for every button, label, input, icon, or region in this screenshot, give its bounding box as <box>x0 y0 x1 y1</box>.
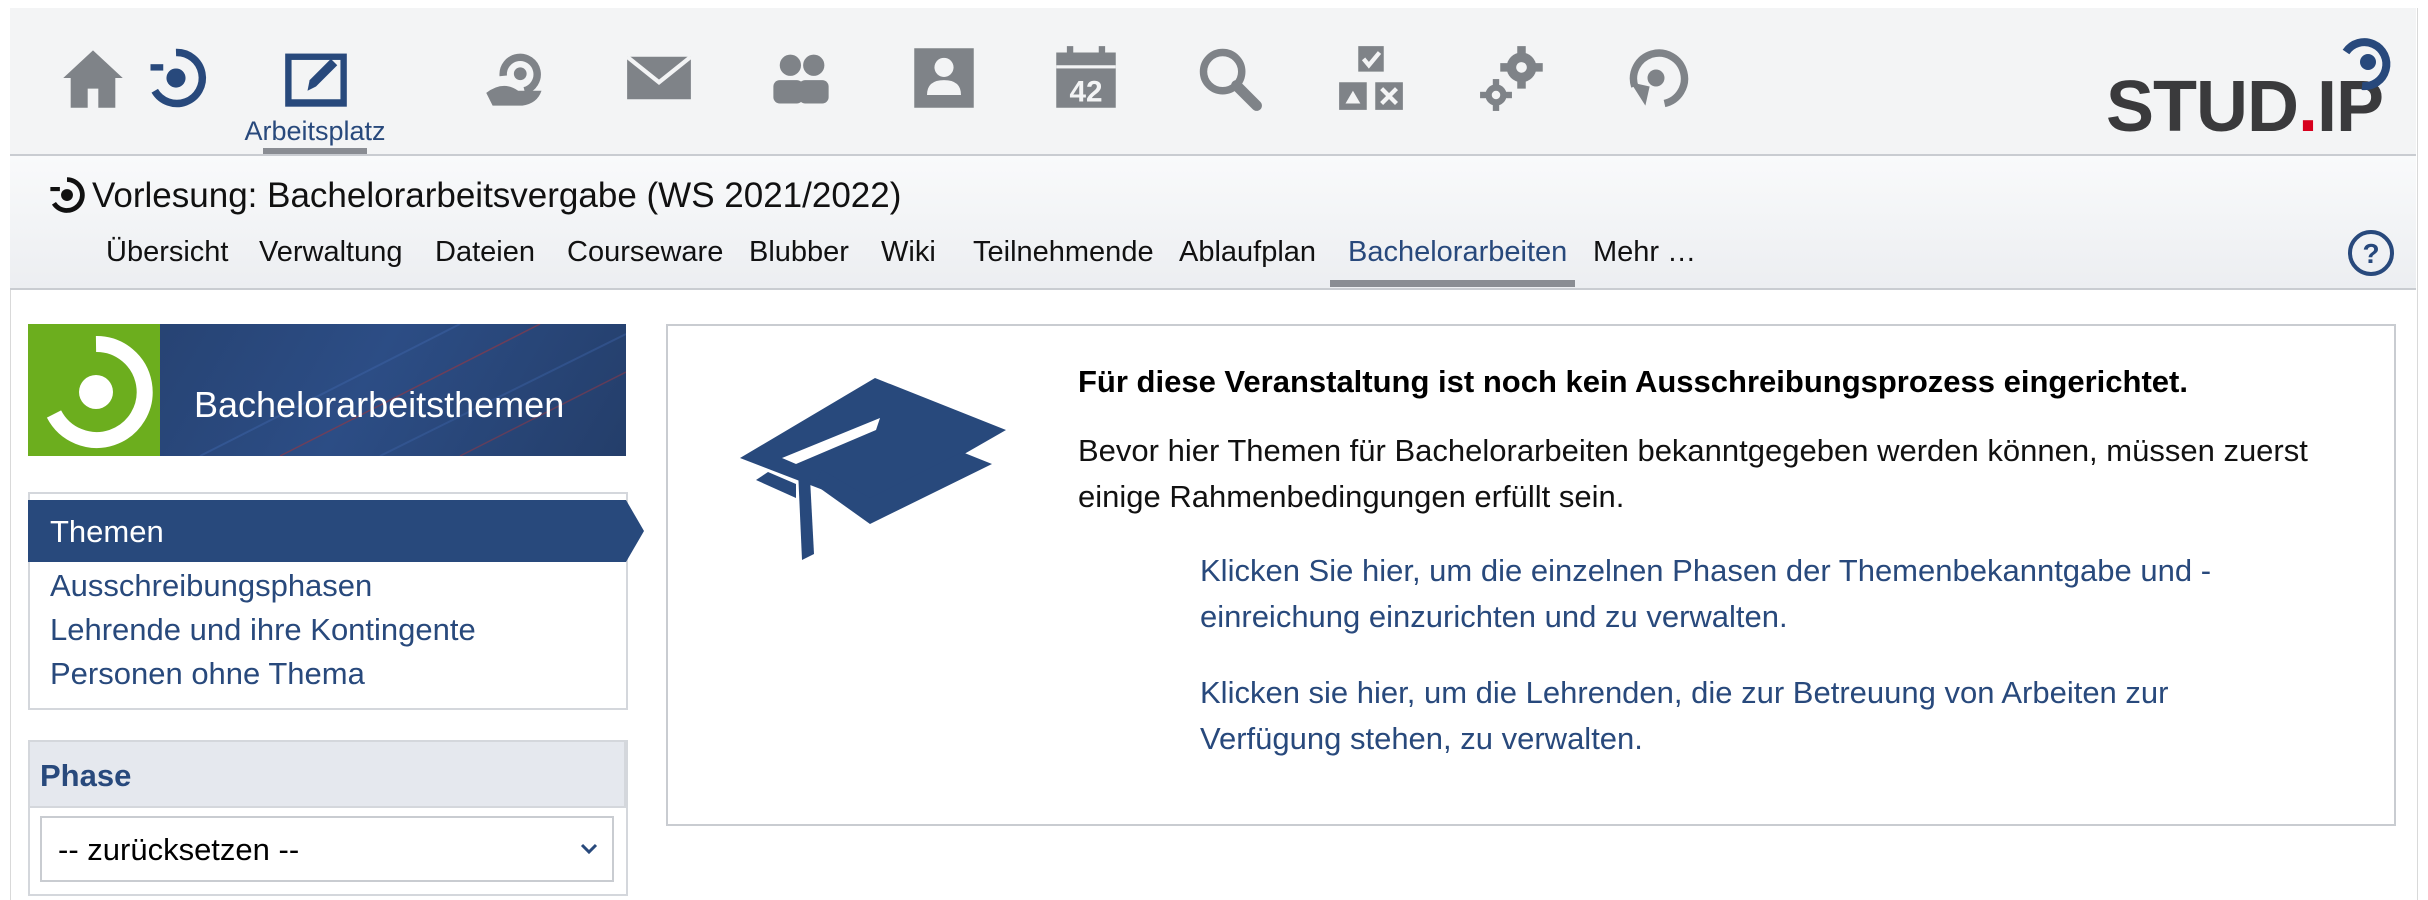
workplace-label: Arbeitsplatz <box>244 116 386 146</box>
sidebar-header: Bachelorarbeitsthemen <box>28 324 626 456</box>
nav-search[interactable] <box>1168 8 1278 154</box>
sidebar-item-themen[interactable]: Themen <box>28 500 626 562</box>
studip-swirl-icon <box>1629 49 1689 108</box>
tab-courseware[interactable]: Courseware <box>567 236 723 288</box>
nav-profile[interactable] <box>883 8 993 154</box>
info-text: Bevor hier Themen für Bachelorarbeiten b… <box>1078 433 2308 514</box>
help-icon[interactable]: ? <box>2346 228 2396 278</box>
chevron-down-icon <box>580 843 598 855</box>
phase-widget-header: Phase <box>28 740 626 808</box>
admin-gear-icon <box>1480 46 1543 111</box>
active-tab-underline <box>1330 280 1575 287</box>
sidebar-item-label: Themen <box>50 514 164 549</box>
calendar-badge: 42 <box>1069 75 1102 108</box>
mail-icon <box>625 55 693 100</box>
manage-lecturers-link[interactable]: Klicken sie hier, um die Lehrenden, die … <box>1200 670 2260 762</box>
nav-courses[interactable] <box>115 8 225 154</box>
svg-text:?: ? <box>2362 238 2379 269</box>
nav-messages[interactable] <box>598 8 708 154</box>
info-heading: Für diese Veranstaltung ist noch kein Au… <box>1078 364 2188 399</box>
top-navigation: Arbeitsplatz 42 STUD.IP <box>10 8 2416 156</box>
phase-title: Phase <box>40 758 132 793</box>
nav-calendar[interactable]: 42 <box>1025 8 1135 154</box>
tab-wiki[interactable]: Wiki <box>881 236 936 288</box>
phase-select-value: -- zurücksetzen -- <box>58 832 300 867</box>
profile-icon <box>914 48 974 108</box>
course-title: Vorlesung: Bachelorarbeitsvergabe (WS 20… <box>92 176 902 215</box>
community-icon <box>486 53 542 106</box>
graduation-cap-icon <box>740 378 1006 560</box>
sidebar-header-title: Bachelorarbeitsthemen <box>194 384 565 425</box>
sidebar-item-ausschreibungsphasen[interactable]: Ausschreibungsphasen <box>50 568 372 604</box>
tab-blubber[interactable]: Blubber <box>749 236 849 288</box>
logo-swirl-icon <box>2342 38 2391 91</box>
tools-icon <box>1339 46 1403 110</box>
tab-uebersicht[interactable]: Übersicht <box>106 236 229 288</box>
sidebar-header-logo <box>28 324 160 456</box>
tab-verwaltung[interactable]: Verwaltung <box>259 236 403 288</box>
course-icon <box>50 177 85 213</box>
sidebar-item-lehrende[interactable]: Lehrende und ihre Kontingente <box>50 612 476 648</box>
courses-icon <box>150 48 207 108</box>
studip-logo[interactable]: STUD.IP <box>2106 32 2396 147</box>
calendar-icon: 42 <box>1056 46 1116 108</box>
active-nav-underline <box>263 148 367 154</box>
nav-tools[interactable] <box>1310 8 1420 154</box>
nav-admin[interactable] <box>1452 8 1562 154</box>
tab-mehr[interactable]: Mehr … <box>1593 236 1696 288</box>
tab-ablaufplan[interactable]: Ablaufplan <box>1179 236 1316 288</box>
sidebar-item-personen-ohne-thema[interactable]: Personen ohne Thema <box>50 656 365 692</box>
tab-teilnehmende[interactable]: Teilnehmende <box>973 236 1154 288</box>
contacts-icon <box>773 54 829 104</box>
phase-select[interactable]: -- zurücksetzen -- <box>40 816 614 882</box>
nav-contacts[interactable] <box>740 8 850 154</box>
workplace-icon <box>285 53 347 107</box>
search-icon <box>1199 48 1262 111</box>
active-item-arrow <box>626 500 644 562</box>
nav-community[interactable] <box>455 8 565 154</box>
nav-studip[interactable] <box>1595 8 1705 154</box>
nav-workplace[interactable]: Arbeitsplatz <box>244 8 386 154</box>
tab-dateien[interactable]: Dateien <box>435 236 535 288</box>
setup-phases-link[interactable]: Klicken Sie hier, um die einzelnen Phase… <box>1200 548 2260 640</box>
studip-swirl-icon <box>46 335 153 448</box>
